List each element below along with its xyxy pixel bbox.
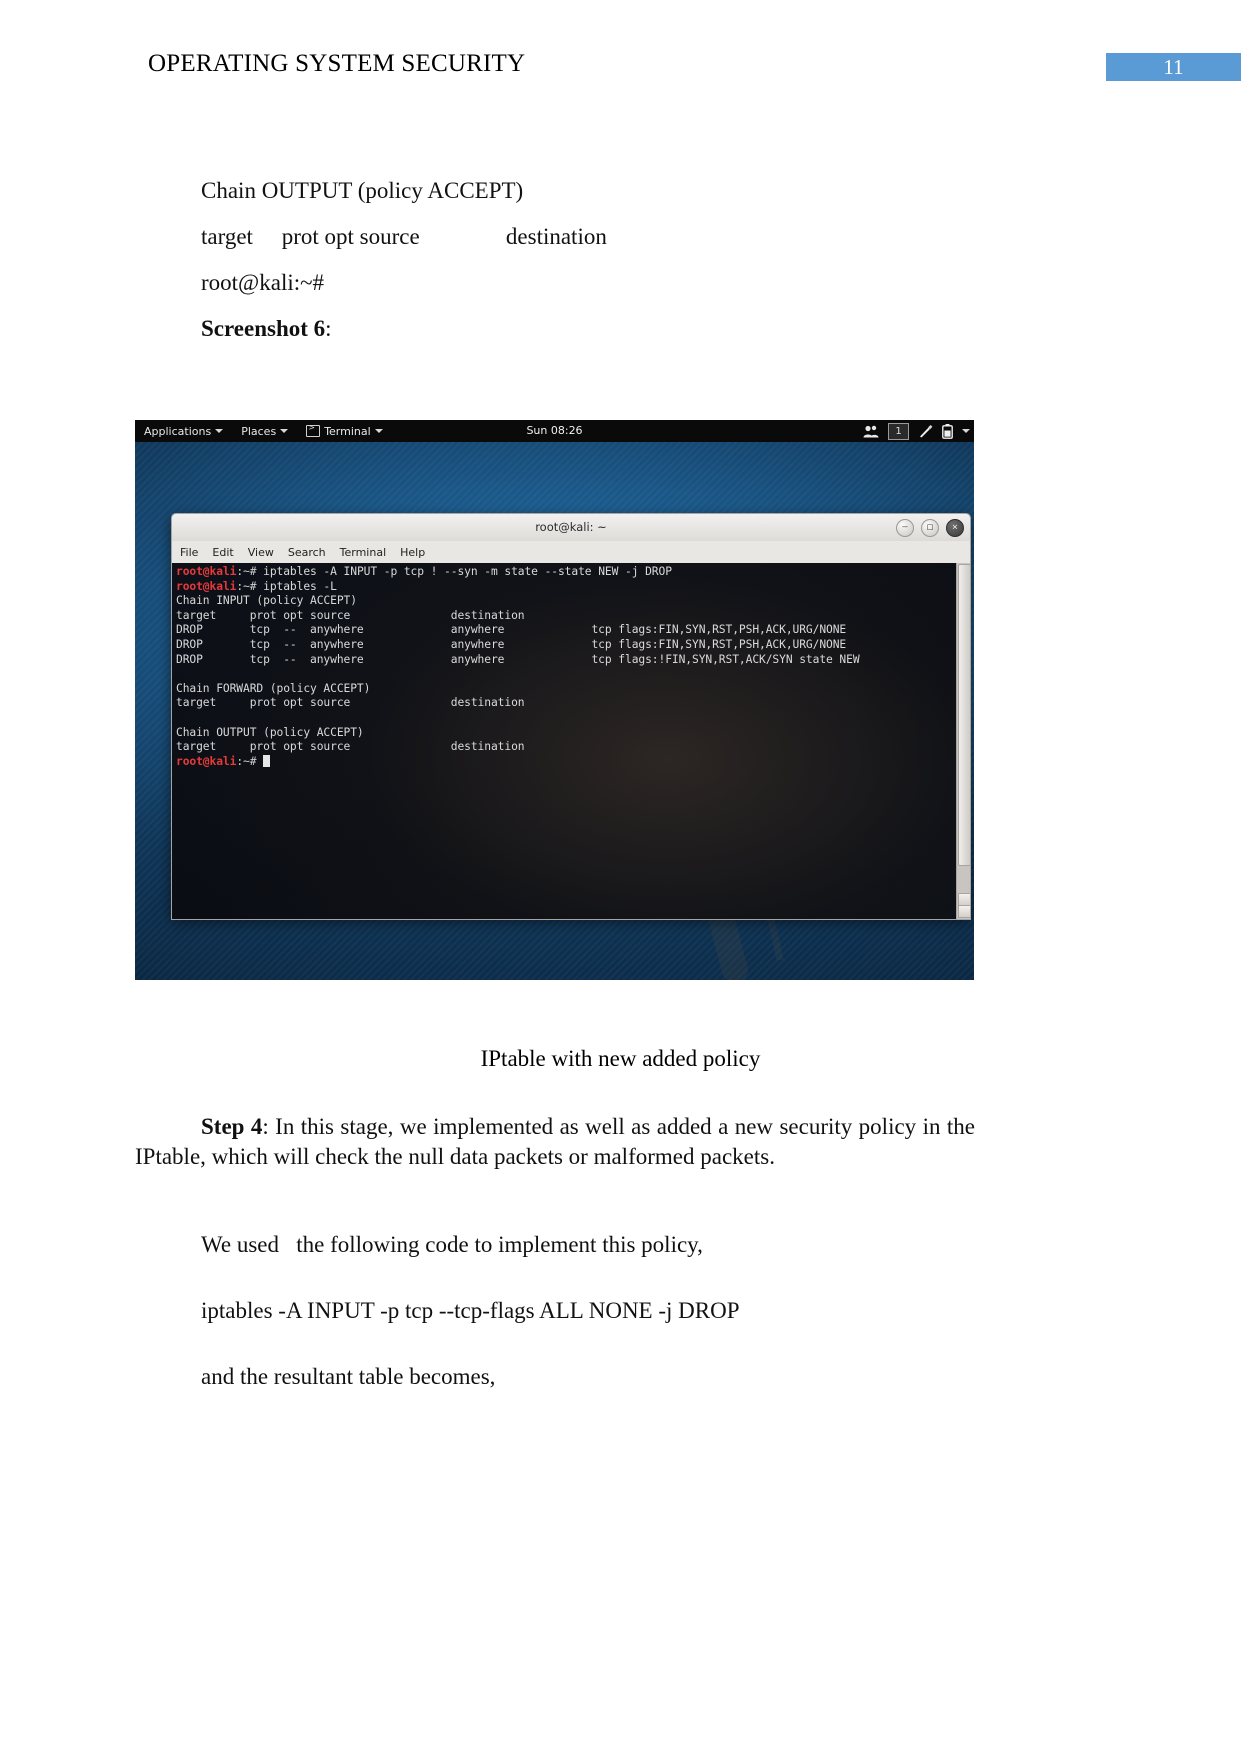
terminal-line: Chain OUTPUT (policy ACCEPT) — [176, 726, 956, 741]
terminal-line: target prot opt source destination — [176, 696, 956, 711]
terminal-icon — [306, 423, 321, 437]
terminal-label: Terminal — [324, 424, 371, 438]
terminal-line: root@kali:~# — [176, 754, 956, 770]
terminal-scrollbar[interactable] — [956, 563, 970, 919]
paragraph-result: and the resultant table becomes, — [201, 1364, 496, 1389]
terminal-line: DROP tcp -- anywhere anywhere tcp flags:… — [176, 638, 956, 653]
scrollbar-thumb[interactable] — [958, 564, 970, 866]
terminal-window: root@kali: ~ – □ ✕ File Edit View Search… — [171, 513, 971, 920]
menu-item-terminal[interactable]: Terminal — [340, 546, 387, 559]
terminal-line-text: target prot opt source destination — [176, 608, 525, 622]
terminal-line: Chain FORWARD (policy ACCEPT) — [176, 682, 956, 697]
terminal-cursor — [263, 754, 271, 767]
menu-item-edit[interactable]: Edit — [212, 546, 233, 559]
embedded-screenshot: Applications Places Terminal Sun 08:26 1 — [135, 420, 974, 980]
users-icon[interactable] — [863, 425, 879, 438]
screenshot-label-text: Screenshot 6 — [201, 316, 326, 341]
terminal-line: root@kali:~# iptables -L — [176, 580, 956, 595]
places-label: Places — [241, 424, 277, 438]
page-title: OPERATING SYSTEM SECURITY — [148, 50, 526, 77]
terminal-output: root@kali:~# iptables -A INPUT -p tcp ! … — [176, 565, 956, 769]
terminal-menubar: File Edit View Search Terminal Help — [171, 541, 971, 563]
minimize-button[interactable]: – — [896, 519, 914, 537]
terminal-line-text: Chain INPUT (policy ACCEPT) — [176, 594, 357, 608]
terminal-body[interactable]: root@kali:~# iptables -A INPUT -p tcp ! … — [171, 563, 971, 920]
terminal-prompt-path: :~# — [236, 754, 264, 768]
terminal-line-text: DROP tcp -- anywhere anywhere tcp flags:… — [176, 652, 860, 666]
page-header: OPERATING SYSTEM SECURITY 11 — [0, 50, 1241, 94]
chevron-down-icon — [215, 429, 224, 433]
panel-menu-places[interactable]: Places — [232, 420, 297, 442]
menu-item-file[interactable]: File — [180, 546, 198, 559]
screenshot-label-colon: : — [325, 316, 332, 341]
desktop-top-panel: Applications Places Terminal Sun 08:26 1 — [135, 420, 974, 442]
terminal-line: DROP tcp -- anywhere anywhere tcp flags:… — [176, 623, 956, 638]
terminal-line-text: DROP tcp -- anywhere anywhere tcp flags:… — [176, 623, 847, 637]
terminal-line: root@kali:~# iptables -A INPUT -p tcp ! … — [176, 565, 956, 580]
menu-item-search[interactable]: Search — [288, 546, 326, 559]
terminal-line-text: Chain FORWARD (policy ACCEPT) — [176, 681, 371, 695]
terminal-line-text: DROP tcp -- anywhere anywhere tcp flags:… — [176, 637, 847, 651]
panel-tray: 1 — [863, 420, 970, 442]
panel-menu-terminal[interactable]: Terminal — [297, 420, 392, 442]
terminal-prompt: root@kali — [176, 565, 237, 578]
terminal-prompt-path: :~# — [236, 579, 264, 593]
paragraph-code: iptables -A INPUT -p tcp --tcp-flags ALL… — [201, 1298, 740, 1323]
chevron-down-icon — [374, 429, 383, 433]
screenshot-label: Screenshot 6: — [201, 314, 332, 344]
menu-item-view[interactable]: View — [248, 546, 274, 559]
terminal-prompt-path: :~# — [236, 565, 264, 578]
window-controls: – □ ✕ — [896, 519, 964, 537]
terminal-title: root@kali: ~ — [535, 520, 607, 534]
terminal-titlebar[interactable]: root@kali: ~ – □ ✕ — [171, 513, 971, 541]
terminal-line-text: iptables -L — [263, 579, 337, 593]
terminal-prompt: root@kali — [176, 579, 237, 593]
terminal-line-text: target prot opt source destination — [176, 740, 525, 754]
figure-caption: IPtable with new added policy — [480, 1046, 761, 1071]
terminal-line: DROP tcp -- anywhere anywhere tcp flags:… — [176, 653, 956, 668]
page-number-badge: 11 — [1106, 53, 1241, 81]
terminal-line-text: Chain OUTPUT (policy ACCEPT) — [176, 725, 364, 739]
terminal-line: Chain INPUT (policy ACCEPT) — [176, 594, 956, 609]
terminal-line-text: target prot opt source destination — [176, 696, 525, 710]
applications-label: Applications — [144, 424, 212, 438]
terminal-line: target prot opt source destination — [176, 609, 956, 624]
terminal-prompt: root@kali — [176, 754, 237, 768]
step4-label: Step 4 — [201, 1114, 263, 1139]
menu-item-help[interactable]: Help — [400, 546, 425, 559]
chevron-down-icon — [280, 429, 289, 433]
close-button[interactable]: ✕ — [946, 519, 964, 537]
workspace-switcher[interactable]: 1 — [888, 422, 909, 440]
scroll-down-button[interactable] — [958, 905, 970, 918]
paragraph-table-header: target prot opt source destination — [201, 224, 607, 249]
tools-icon[interactable] — [918, 424, 933, 438]
paragraph-prompt: root@kali:~# — [201, 270, 325, 295]
terminal-line-text: iptables -A INPUT -p tcp ! --syn -m stat… — [263, 565, 672, 578]
terminal-line: target prot opt source destination — [176, 740, 956, 755]
paragraph-chain-output: Chain OUTPUT (policy ACCEPT) — [201, 178, 524, 203]
panel-menu-applications[interactable]: Applications — [135, 420, 232, 442]
battery-icon[interactable] — [942, 423, 953, 439]
paragraph-step4: Step 4: In this stage, we implemented as… — [135, 1112, 975, 1172]
maximize-button[interactable]: □ — [921, 519, 939, 537]
chevron-down-icon[interactable] — [962, 429, 970, 433]
paragraph-we-used: We used the following code to implement … — [201, 1232, 703, 1257]
